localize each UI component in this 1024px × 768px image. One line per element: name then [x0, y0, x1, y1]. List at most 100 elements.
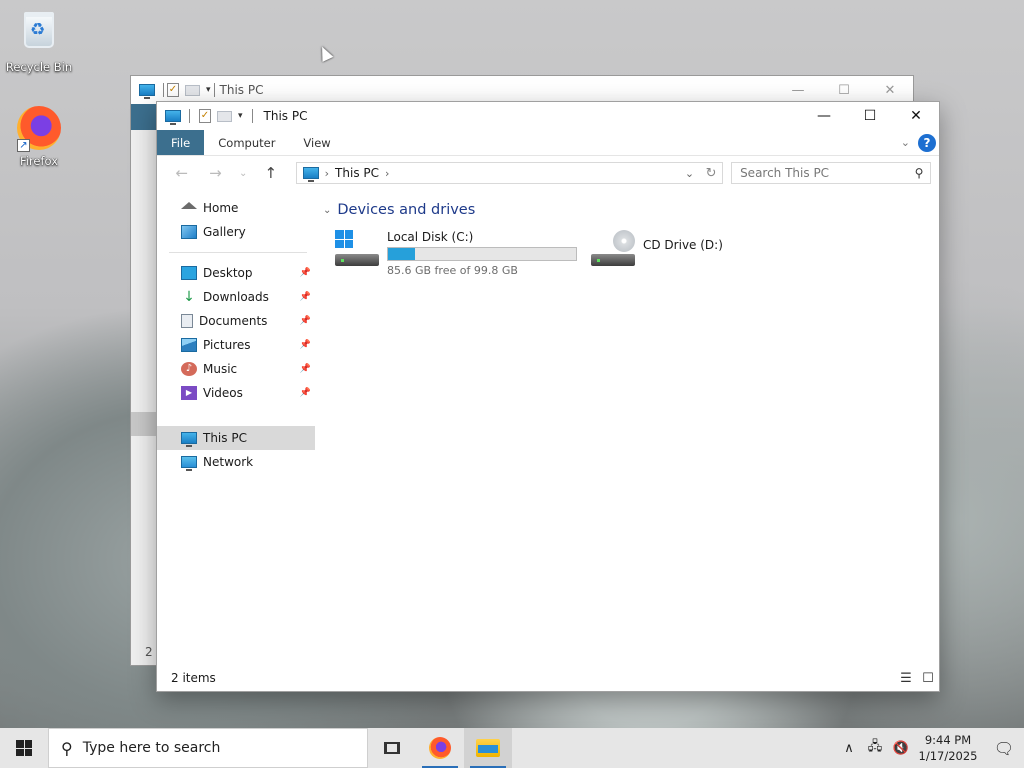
nav-item-network[interactable]: Network	[157, 450, 315, 474]
recent-locations-button[interactable]: ⌄	[232, 168, 254, 179]
address-bar[interactable]: › This PC › ⌄ ↻	[295, 162, 724, 184]
taskbar-search-placeholder: Type here to search	[82, 740, 221, 756]
pin-icon[interactable]: 📌	[300, 292, 311, 302]
taskbar: ⚲ Type here to search ∧ 🖧 🔇 9:44 PM 1/17…	[0, 728, 1024, 768]
pictures-icon	[181, 338, 197, 352]
tab-view[interactable]: View	[289, 130, 344, 155]
hard-drive-icon	[335, 230, 379, 266]
pin-icon[interactable]: 📌	[300, 268, 311, 278]
nav-divider	[169, 252, 307, 253]
nav-item-downloads[interactable]: ↓ Downloads 📌	[157, 285, 315, 309]
nav-item-desktop[interactable]: Desktop 📌	[157, 261, 315, 285]
close-button[interactable]: ✕	[893, 102, 939, 130]
breadcrumb-chevron-icon[interactable]: ›	[385, 167, 389, 180]
customize-dropdown-icon: ▾	[206, 85, 211, 95]
title-bar[interactable]: ✓ ▾ This PC — ☐ ✕	[157, 102, 939, 130]
drive-cd-d[interactable]: CD Drive (D:)	[591, 230, 723, 266]
minimize-button[interactable]: —	[775, 83, 821, 98]
nav-item-home[interactable]: Home	[157, 196, 315, 220]
pin-icon[interactable]: 📌	[300, 364, 311, 374]
firefox-icon: ↗	[17, 106, 61, 152]
downloads-icon: ↓	[183, 289, 195, 305]
properties-icon[interactable]: ✓	[199, 109, 211, 123]
nav-label: Network	[203, 455, 254, 469]
address-dropdown-icon[interactable]: ⌄	[685, 167, 694, 180]
customize-dropdown-icon[interactable]: ▾	[238, 111, 243, 121]
group-title: Devices and drives	[337, 202, 476, 218]
nav-label: Desktop	[203, 266, 253, 280]
nav-item-pictures[interactable]: Pictures 📌	[157, 333, 315, 357]
start-button[interactable]	[0, 728, 48, 768]
minimize-button[interactable]: —	[801, 102, 847, 130]
nav-item-documents[interactable]: Documents 📌	[157, 309, 315, 333]
mouse-cursor	[316, 44, 334, 62]
clock[interactable]: 9:44 PM 1/17/2025	[916, 732, 980, 764]
back-button[interactable]: ←	[165, 164, 199, 182]
nav-label: Gallery	[203, 225, 246, 239]
task-view-button[interactable]	[368, 728, 416, 768]
help-icon[interactable]: ?	[918, 134, 936, 152]
maximize-button[interactable]: ☐	[821, 83, 867, 98]
desktop-icon-recycle-bin[interactable]: Recycle Bin	[4, 8, 74, 74]
maximize-button[interactable]: ☐	[847, 102, 893, 130]
drive-local-disk-c[interactable]: Local Disk (C:) 85.6 GB free of 99.8 GB	[335, 230, 577, 277]
large-icons-view-button[interactable]: ☐	[917, 671, 939, 686]
nav-item-music[interactable]: ♪ Music 📌	[157, 357, 315, 381]
videos-icon: ▶	[181, 386, 197, 400]
details-view-button[interactable]: ☰	[895, 671, 917, 686]
up-button[interactable]: ↑	[254, 164, 288, 182]
search-icon: ⚲	[61, 738, 73, 758]
taskbar-search[interactable]: ⚲ Type here to search	[48, 728, 368, 768]
this-pc-icon	[302, 167, 319, 182]
network-icon	[181, 456, 197, 471]
volume-muted-icon[interactable]: 🔇	[890, 741, 912, 756]
show-hidden-icons-icon[interactable]: ∧	[838, 741, 860, 756]
desktop-icon-firefox[interactable]: ↗ Firefox	[4, 106, 74, 168]
pin-icon[interactable]: 📌	[300, 388, 311, 398]
search-box[interactable]: Search This PC ⚲	[731, 162, 931, 184]
ribbon: File Computer View ⌄ ?	[157, 130, 939, 156]
address-row: ← → ⌄ ↑ › This PC › ⌄ ↻ Search This PC ⚲	[157, 156, 939, 190]
item-count: 2 items	[171, 671, 216, 685]
pin-icon[interactable]: 📌	[300, 340, 311, 350]
taskbar-file-explorer[interactable]	[464, 728, 512, 768]
tab-computer[interactable]: Computer	[204, 130, 289, 155]
notifications-icon[interactable]: 🗨	[984, 728, 1024, 768]
pin-icon[interactable]: 📌	[300, 316, 311, 326]
refresh-icon[interactable]: ↻	[700, 166, 722, 181]
nav-item-gallery[interactable]: Gallery	[157, 220, 315, 244]
nav-label: Downloads	[203, 290, 269, 304]
nav-item-videos[interactable]: ▶ Videos 📌	[157, 381, 315, 405]
system-tray: ∧ 🖧 🔇 9:44 PM 1/17/2025 🗨	[838, 728, 1024, 768]
recycle-bin-label: Recycle Bin	[5, 60, 73, 74]
this-pc-icon	[139, 84, 155, 99]
nav-label: Documents	[199, 314, 268, 328]
status-bar: 2 items ☰ ☐	[157, 665, 939, 691]
new-folder-icon[interactable]	[217, 110, 232, 122]
breadcrumb-this-pc[interactable]: This PC	[335, 166, 379, 180]
selected-nav-partial	[131, 412, 157, 436]
taskbar-firefox[interactable]	[416, 728, 464, 768]
drive-usage-bar	[387, 247, 577, 261]
this-pc-icon	[181, 432, 197, 447]
drive-name: CD Drive (D:)	[643, 238, 723, 252]
search-placeholder: Search This PC	[740, 166, 830, 180]
file-explorer-window[interactable]: ✓ ▾ This PC — ☐ ✕ File Computer View ⌄ ?…	[156, 101, 940, 692]
tab-file[interactable]: File	[157, 130, 205, 155]
close-button[interactable]: ✕	[867, 83, 913, 98]
breadcrumb-chevron-icon[interactable]: ›	[325, 167, 329, 180]
nav-item-this-pc[interactable]: This PC	[157, 426, 315, 450]
nav-label: Music	[203, 362, 238, 376]
network-status-icon[interactable]: 🖧	[864, 737, 886, 759]
file-explorer-icon	[476, 739, 500, 757]
drive-free-space: 85.6 GB free of 99.8 GB	[387, 264, 518, 277]
nav-label: Home	[203, 201, 239, 215]
expand-ribbon-icon[interactable]: ⌄	[901, 136, 910, 155]
group-header[interactable]: ⌄ Devices and drives	[323, 202, 475, 218]
clock-time: 9:44 PM	[924, 733, 972, 747]
drive-name: Local Disk (C:)	[387, 230, 474, 244]
forward-button[interactable]: →	[199, 164, 233, 182]
task-view-icon	[384, 742, 400, 754]
collapse-chevron-icon[interactable]: ⌄	[323, 205, 331, 216]
music-icon: ♪	[181, 362, 197, 376]
